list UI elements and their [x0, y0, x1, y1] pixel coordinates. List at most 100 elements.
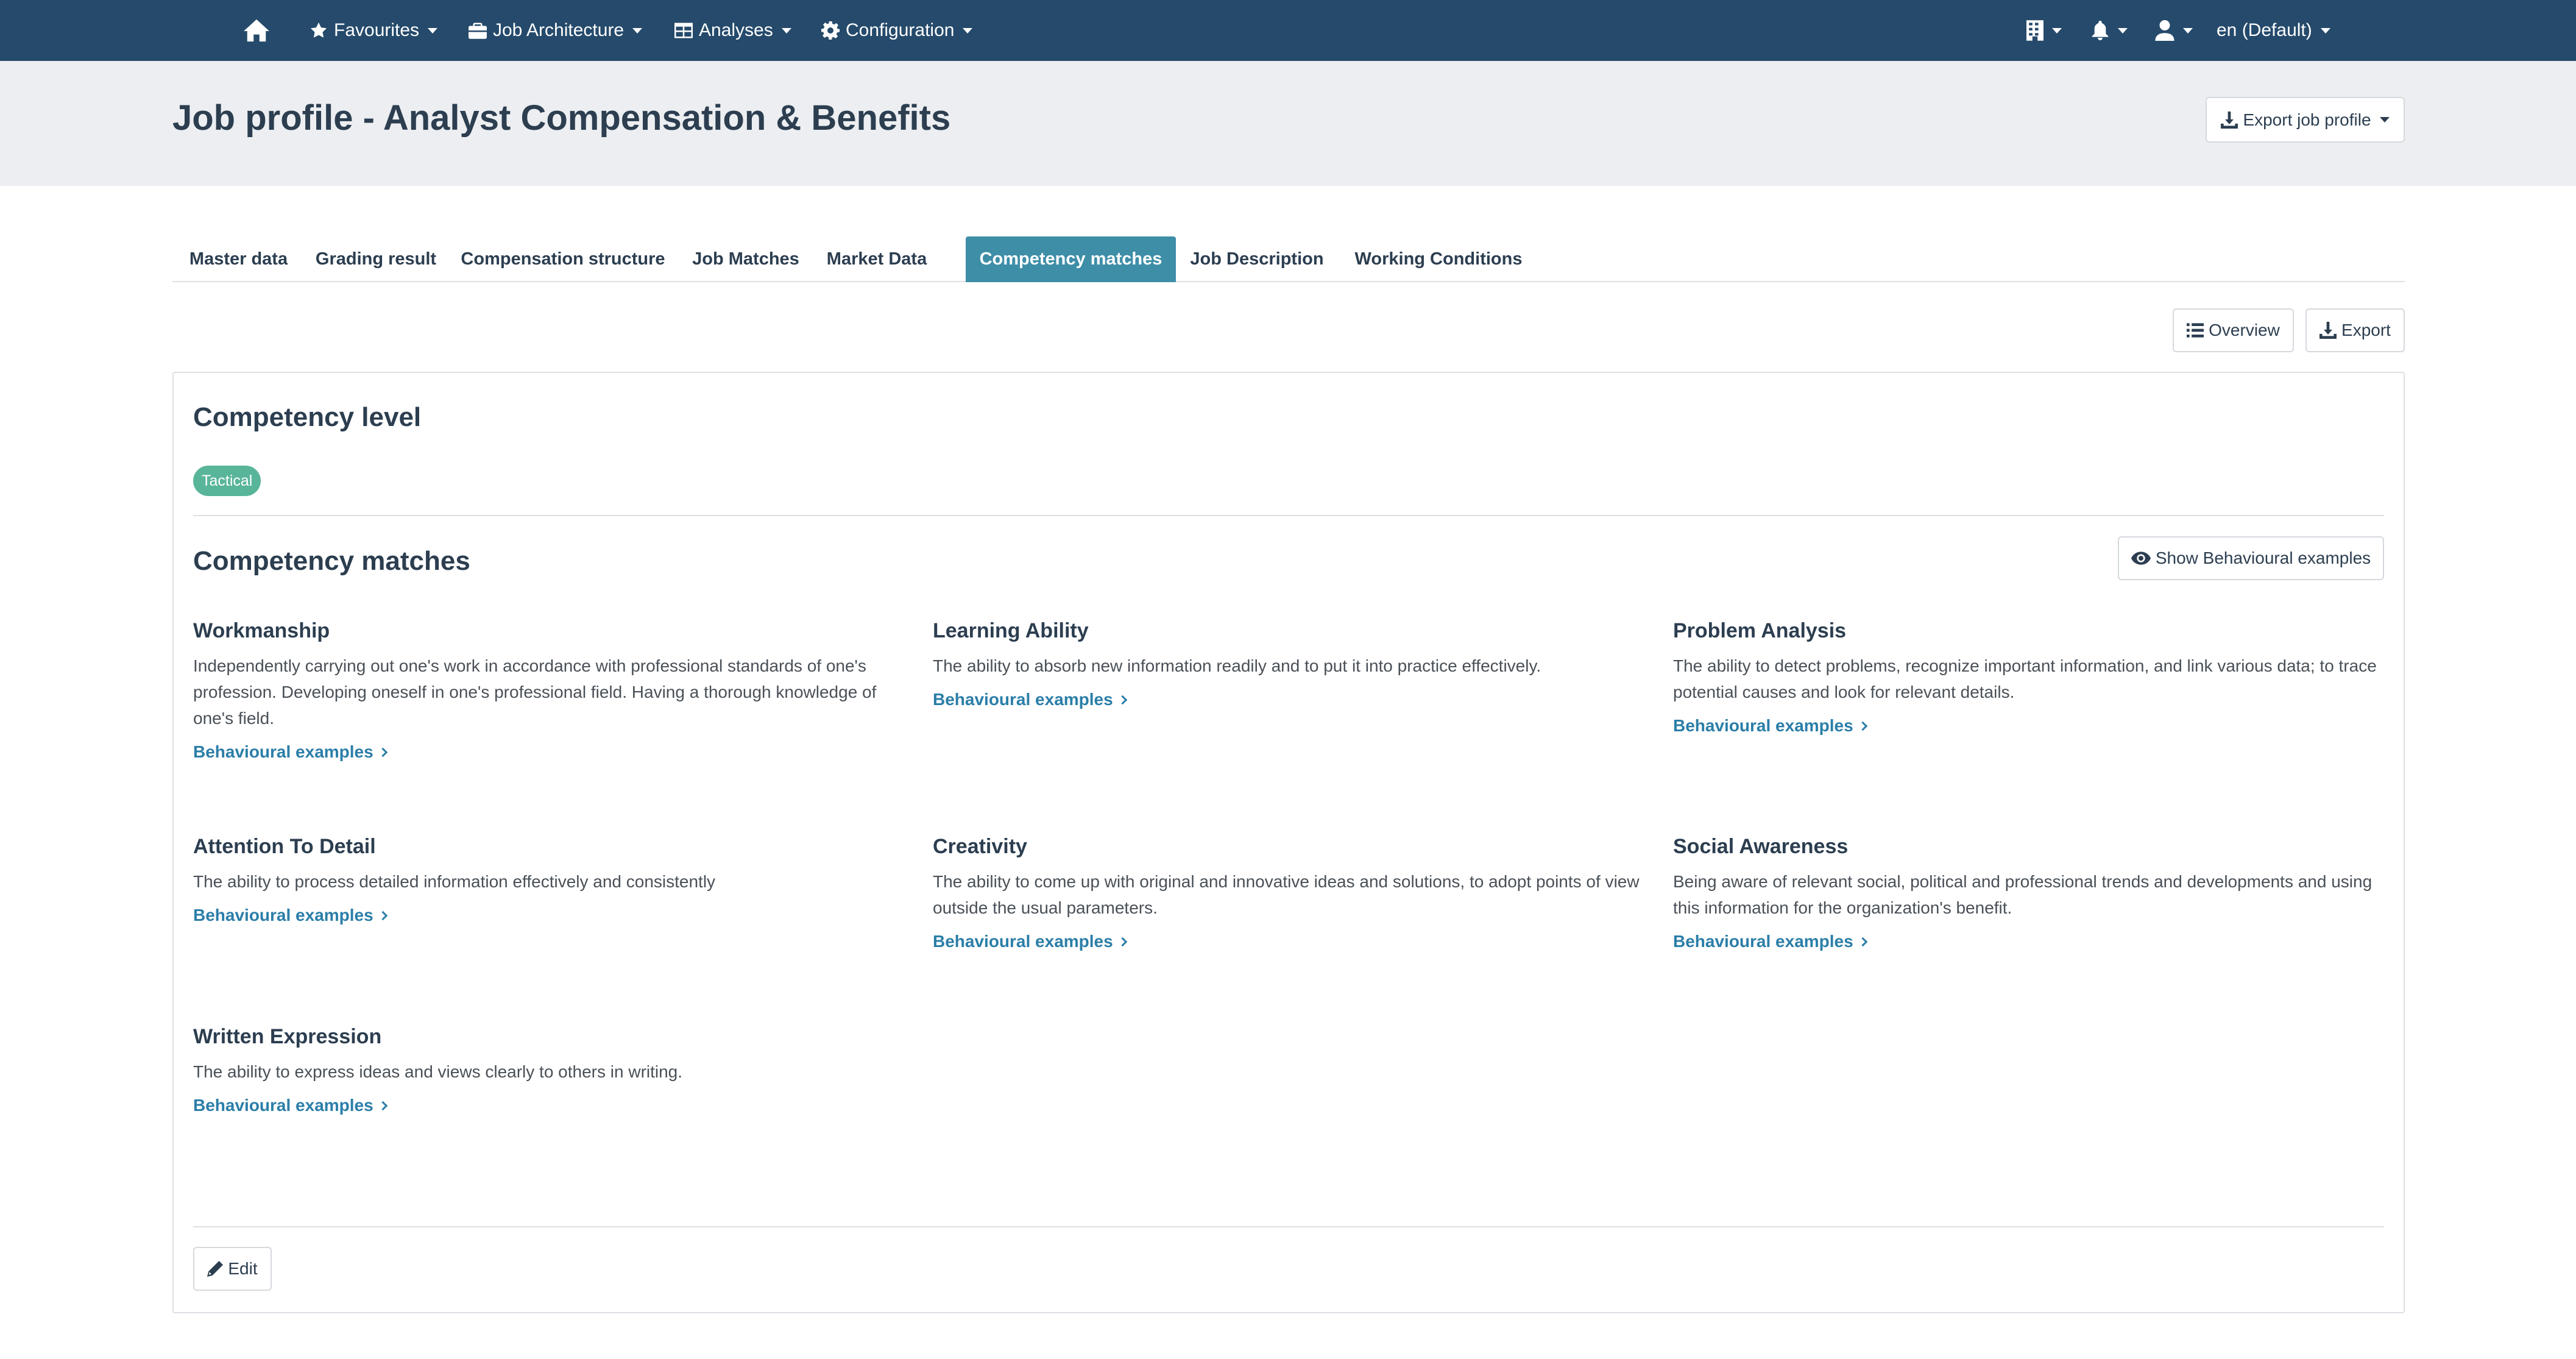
- show-behavioural-examples-button[interactable]: Show Behavioural examples: [2118, 536, 2384, 580]
- nav-notifications[interactable]: [2091, 0, 2128, 61]
- bell-icon: [2092, 21, 2109, 40]
- behavioural-examples-label: Behavioural examples: [193, 906, 373, 925]
- tab-bar: Master data Grading result Compensation …: [172, 236, 2405, 282]
- competency-description: The ability to come up with original and…: [933, 872, 1640, 918]
- nav-language[interactable]: en (Default): [2217, 0, 2330, 61]
- nav-analyses[interactable]: Analyses: [674, 0, 791, 61]
- behavioural-examples-label: Behavioural examples: [1673, 716, 1853, 736]
- competency-title: Learning Ability: [933, 619, 1089, 642]
- tab-job-description[interactable]: Job Description: [1176, 236, 1338, 282]
- competency-item: Creativity The ability to come up with o…: [933, 833, 1649, 951]
- caret-down-icon: [632, 27, 643, 34]
- competency-description: The ability to process detailed informat…: [193, 872, 716, 892]
- building-icon: [2026, 20, 2043, 41]
- export-button[interactable]: Export: [2305, 308, 2405, 352]
- nav-job-architecture-label: Job Architecture: [493, 20, 625, 40]
- overview-button[interactable]: Overview: [2173, 308, 2294, 352]
- caret-down-icon: [781, 27, 791, 34]
- tab-market-data[interactable]: Market Data: [813, 236, 941, 282]
- behavioural-examples-link[interactable]: Behavioural examples: [933, 932, 1127, 951]
- behavioural-examples-label: Behavioural examples: [1673, 932, 1853, 951]
- star-icon: [310, 22, 327, 38]
- behavioural-examples-label: Behavioural examples: [933, 932, 1113, 951]
- home-icon[interactable]: [242, 0, 271, 61]
- gear-icon: [821, 21, 840, 40]
- tab-compensation-structure[interactable]: Compensation structure: [447, 236, 679, 282]
- divider: [193, 1226, 2384, 1227]
- user-icon: [2155, 20, 2174, 41]
- caret-down-icon: [2379, 117, 2390, 122]
- divider: [193, 515, 2384, 516]
- nav-user[interactable]: [2155, 0, 2193, 61]
- competency-title: Creativity: [933, 835, 1027, 858]
- competency-item: Learning Ability The ability to absorb n…: [933, 617, 1649, 709]
- behavioural-examples-link[interactable]: Behavioural examples: [193, 742, 387, 762]
- tab-competency-matches[interactable]: Competency matches: [966, 236, 1176, 282]
- competency-description: The ability to absorb new information re…: [933, 656, 1541, 676]
- chevron-right-icon: [1858, 721, 1867, 731]
- competency-item: Attention To Detail The ability to proce…: [193, 833, 909, 925]
- edit-button[interactable]: Edit: [193, 1247, 272, 1291]
- behavioural-examples-link[interactable]: Behavioural examples: [193, 1096, 387, 1115]
- eye-icon: [2131, 552, 2151, 565]
- caret-down-icon: [2183, 27, 2193, 34]
- competency-description: Being aware of relevant social, politica…: [1673, 872, 2373, 918]
- pencil-icon: [207, 1261, 224, 1277]
- behavioural-examples-link[interactable]: Behavioural examples: [193, 906, 387, 925]
- competency-item: Social Awareness Being aware of relevant…: [1673, 833, 2389, 951]
- chevron-right-icon: [378, 1101, 387, 1110]
- caret-down-icon: [2118, 27, 2128, 34]
- list-icon: [2187, 323, 2204, 338]
- competency-item: Written Expression The ability to expres…: [193, 1023, 909, 1115]
- nav-configuration-label: Configuration: [846, 20, 955, 40]
- behavioural-examples-label: Behavioural examples: [193, 1096, 373, 1115]
- competency-title: Social Awareness: [1673, 835, 1849, 858]
- overview-label: Overview: [2209, 321, 2280, 339]
- export-job-profile-label: Export job profile: [2243, 110, 2371, 129]
- tab-grading-result[interactable]: Grading result: [305, 236, 447, 282]
- behavioural-examples-label: Behavioural examples: [933, 690, 1113, 709]
- chevron-right-icon: [1858, 937, 1867, 946]
- edit-label: Edit: [228, 1259, 258, 1278]
- export-job-profile-button[interactable]: Export job profile: [2206, 97, 2405, 143]
- tab-working-conditions[interactable]: Working Conditions: [1338, 236, 1539, 282]
- competency-item: Workmanship Independently carrying out o…: [193, 617, 909, 762]
- nav-configuration[interactable]: Configuration: [821, 0, 973, 61]
- download-icon: [2319, 322, 2337, 339]
- competency-level-badge: Tactical: [193, 466, 261, 496]
- competency-title: Written Expression: [193, 1025, 382, 1048]
- competency-description: Independently carrying out one's work in…: [193, 656, 877, 728]
- caret-down-icon: [428, 27, 438, 34]
- nav-organization[interactable]: [2026, 0, 2062, 61]
- tab-job-matches[interactable]: Job Matches: [679, 236, 813, 282]
- top-navbar: Favourites Job Architecture Analyses Con…: [0, 0, 2576, 61]
- caret-down-icon: [2320, 27, 2330, 34]
- competency-level-heading: Competency level: [193, 402, 422, 432]
- caret-down-icon: [2052, 27, 2062, 34]
- chevron-right-icon: [378, 910, 387, 920]
- competency-matches-heading: Competency matches: [193, 546, 470, 576]
- export-label: Export: [2341, 321, 2391, 339]
- competency-title: Attention To Detail: [193, 835, 376, 858]
- download-icon: [2221, 111, 2238, 129]
- tab-master-data[interactable]: Master data: [172, 236, 305, 282]
- chevron-right-icon: [1117, 695, 1127, 704]
- nav-favourites[interactable]: Favourites: [310, 0, 438, 61]
- show-behavioural-examples-label: Show Behavioural examples: [2155, 548, 2371, 567]
- language-label: en (Default): [2217, 20, 2312, 40]
- page-title: Job profile - Analyst Compensation & Ben…: [172, 98, 951, 138]
- chevron-right-icon: [378, 747, 387, 757]
- nav-job-architecture[interactable]: Job Architecture: [469, 0, 643, 61]
- competency-title: Workmanship: [193, 619, 330, 642]
- competency-item: Problem Analysis The ability to detect p…: [1673, 617, 2389, 736]
- behavioural-examples-label: Behavioural examples: [193, 742, 373, 762]
- competency-title: Problem Analysis: [1673, 619, 1847, 642]
- behavioural-examples-link[interactable]: Behavioural examples: [1673, 932, 1867, 951]
- chevron-right-icon: [1117, 937, 1127, 946]
- table-icon: [674, 23, 693, 38]
- competency-description: The ability to detect problems, recogniz…: [1673, 656, 2377, 702]
- nav-analyses-label: Analyses: [699, 20, 773, 40]
- behavioural-examples-link[interactable]: Behavioural examples: [1673, 716, 1867, 736]
- nav-favourites-label: Favourites: [334, 20, 420, 40]
- behavioural-examples-link[interactable]: Behavioural examples: [933, 690, 1127, 709]
